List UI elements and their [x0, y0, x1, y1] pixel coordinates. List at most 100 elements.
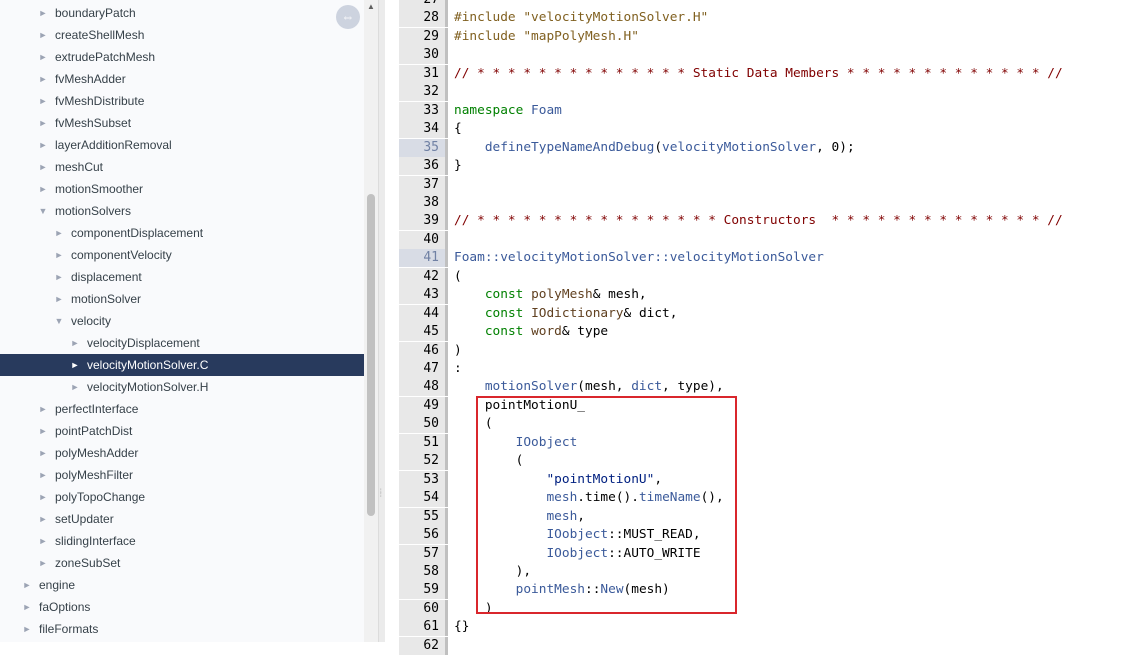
- collapsed-arrow-icon[interactable]: ►: [36, 508, 50, 530]
- tree-item[interactable]: ► componentVelocity: [0, 244, 364, 266]
- line-number[interactable]: 41: [399, 249, 448, 268]
- code-line: 52 (: [385, 452, 1140, 471]
- tree-item[interactable]: ► pointPatchDist: [0, 420, 364, 442]
- tree-item[interactable]: ► meshCut: [0, 156, 364, 178]
- tree-item[interactable]: ► displacement: [0, 266, 364, 288]
- tree-item[interactable]: ► fileFormats: [0, 618, 364, 640]
- tree-scrollbar[interactable]: ▲: [364, 0, 378, 642]
- tree-item-label: velocityDisplacement: [87, 336, 200, 350]
- scroll-up-arrow-icon[interactable]: ▲: [364, 0, 378, 14]
- collapsed-arrow-icon[interactable]: ►: [20, 596, 34, 618]
- tree-item[interactable]: ► zoneSubSet: [0, 552, 364, 574]
- code-line: 43 const polyMesh& mesh,: [385, 286, 1140, 305]
- line-number: 55: [399, 507, 448, 526]
- collapsed-arrow-icon[interactable]: ►: [36, 552, 50, 574]
- code-view: 2728 #include "velocityMotionSolver.H" 29 #…: [385, 0, 1140, 655]
- tree-item[interactable]: ► velocityMotionSolver.C: [0, 354, 364, 376]
- tree-item[interactable]: ► fvMeshDistribute: [0, 90, 364, 112]
- tree-item[interactable]: ► polyTopoChange: [0, 486, 364, 508]
- code-text: "pointMotionU",: [454, 471, 662, 489]
- collapsed-arrow-icon[interactable]: ►: [36, 68, 50, 90]
- tree-item[interactable]: ► velocityMotionSolver.H: [0, 376, 364, 398]
- code-token: #include: [454, 10, 524, 26]
- tree-item[interactable]: ► fvMeshSubset: [0, 112, 364, 134]
- tree-item[interactable]: ► motionSolver: [0, 288, 364, 310]
- tree-item[interactable]: ► layerAdditionRemoval: [0, 134, 364, 156]
- tree-item[interactable]: ► faOptions: [0, 596, 364, 618]
- line-number[interactable]: 35: [399, 138, 448, 157]
- code-token: ::AUTO_WRITE: [608, 545, 701, 561]
- file-tree-panel: ⇔ ► boundaryPatch ► createShellMesh ► extrude…: [0, 0, 364, 642]
- collapsed-arrow-icon[interactable]: ►: [36, 134, 50, 156]
- tree-item[interactable]: ► velocityDisplacement: [0, 332, 364, 354]
- tree-item[interactable]: ▼ velocity: [0, 310, 364, 332]
- code-text: pointMesh::New(mesh): [454, 581, 670, 599]
- line-number: 34: [399, 120, 448, 139]
- collapsed-arrow-icon[interactable]: ►: [36, 156, 50, 178]
- collapsed-arrow-icon[interactable]: ►: [36, 442, 50, 464]
- collapsed-arrow-icon[interactable]: ►: [36, 90, 50, 112]
- code-token: IOobject: [454, 545, 609, 561]
- tree-item[interactable]: ► motionSmoother: [0, 178, 364, 200]
- collapsed-arrow-icon[interactable]: ►: [36, 112, 50, 134]
- code-text: }: [454, 157, 462, 175]
- tree-item[interactable]: ► polyMeshFilter: [0, 464, 364, 486]
- tree-item[interactable]: ► slidingInterface: [0, 530, 364, 552]
- code-line: 27: [385, 0, 1140, 9]
- tree-item[interactable]: ► setUpdater: [0, 508, 364, 530]
- tree-item[interactable]: ► engine: [0, 574, 364, 596]
- code-token: & type: [561, 324, 609, 340]
- line-number: 43: [399, 286, 448, 305]
- collapsed-arrow-icon[interactable]: ►: [68, 354, 82, 376]
- tree-item[interactable]: ► componentDisplacement: [0, 222, 364, 244]
- line-number: 42: [399, 267, 448, 286]
- tree-item[interactable]: ► extrudePatchMesh: [0, 46, 364, 68]
- tree-item[interactable]: ► fvMeshAdder: [0, 68, 364, 90]
- scrollbar-thumb[interactable]: [367, 194, 375, 516]
- panel-splitter[interactable]: ⁞ ⁞: [378, 0, 385, 642]
- tree-item[interactable]: ► boundaryPatch: [0, 2, 364, 24]
- expanded-arrow-icon[interactable]: ▼: [36, 200, 50, 222]
- code-text: :: [454, 360, 462, 378]
- collapsed-arrow-icon[interactable]: ►: [52, 244, 66, 266]
- tree-item[interactable]: ▼ motionSolvers: [0, 200, 364, 222]
- code-token: {: [454, 121, 462, 137]
- collapsed-arrow-icon[interactable]: ►: [36, 420, 50, 442]
- collapsed-arrow-icon[interactable]: ►: [20, 618, 34, 640]
- collapsed-arrow-icon[interactable]: ►: [36, 530, 50, 552]
- collapsed-arrow-icon[interactable]: ►: [52, 288, 66, 310]
- tree-item-label: faOptions: [39, 600, 91, 614]
- collapsed-arrow-icon[interactable]: ►: [20, 574, 34, 596]
- tree-item-label: velocityMotionSolver.H: [87, 380, 209, 394]
- tree-item-label: setUpdater: [55, 512, 114, 526]
- code-token: defineTypeNameAndDebug: [454, 139, 655, 155]
- tree-item[interactable]: ► createShellMesh: [0, 24, 364, 46]
- collapsed-arrow-icon[interactable]: ►: [52, 266, 66, 288]
- expanded-arrow-icon[interactable]: ▼: [52, 310, 66, 332]
- line-number: 28: [399, 9, 448, 28]
- collapsed-arrow-icon[interactable]: ►: [36, 24, 50, 46]
- splitter-grip-icon: ⁞ ⁞: [380, 489, 382, 499]
- collapsed-arrow-icon[interactable]: ►: [36, 398, 50, 420]
- collapsed-arrow-icon[interactable]: ►: [52, 222, 66, 244]
- code-line: 33 namespace Foam: [385, 101, 1140, 120]
- tree-item-label: displacement: [71, 270, 142, 284]
- tree-item-label: fvMeshSubset: [55, 116, 132, 130]
- tree-item-label: motionSmoother: [55, 182, 144, 196]
- tree-item-label: fileFormats: [39, 622, 99, 636]
- tree-item[interactable]: ► perfectInterface: [0, 398, 364, 420]
- line-number: 45: [399, 323, 448, 342]
- collapsed-arrow-icon[interactable]: ►: [36, 486, 50, 508]
- tree-item-label: componentDisplacement: [71, 226, 204, 240]
- code-line: 58 ),: [385, 562, 1140, 581]
- collapsed-arrow-icon[interactable]: ►: [68, 376, 82, 398]
- collapsed-arrow-icon[interactable]: ►: [36, 464, 50, 486]
- code-token: ,: [654, 471, 663, 487]
- code-text: motionSolver(mesh, dict, type),: [454, 378, 724, 396]
- collapsed-arrow-icon[interactable]: ►: [36, 178, 50, 200]
- tree-item[interactable]: ► polyMeshAdder: [0, 442, 364, 464]
- collapsed-arrow-icon[interactable]: ►: [36, 46, 50, 68]
- collapsed-arrow-icon[interactable]: ►: [68, 332, 82, 354]
- collapsed-arrow-icon[interactable]: ►: [36, 2, 50, 24]
- code-text: (: [454, 452, 524, 470]
